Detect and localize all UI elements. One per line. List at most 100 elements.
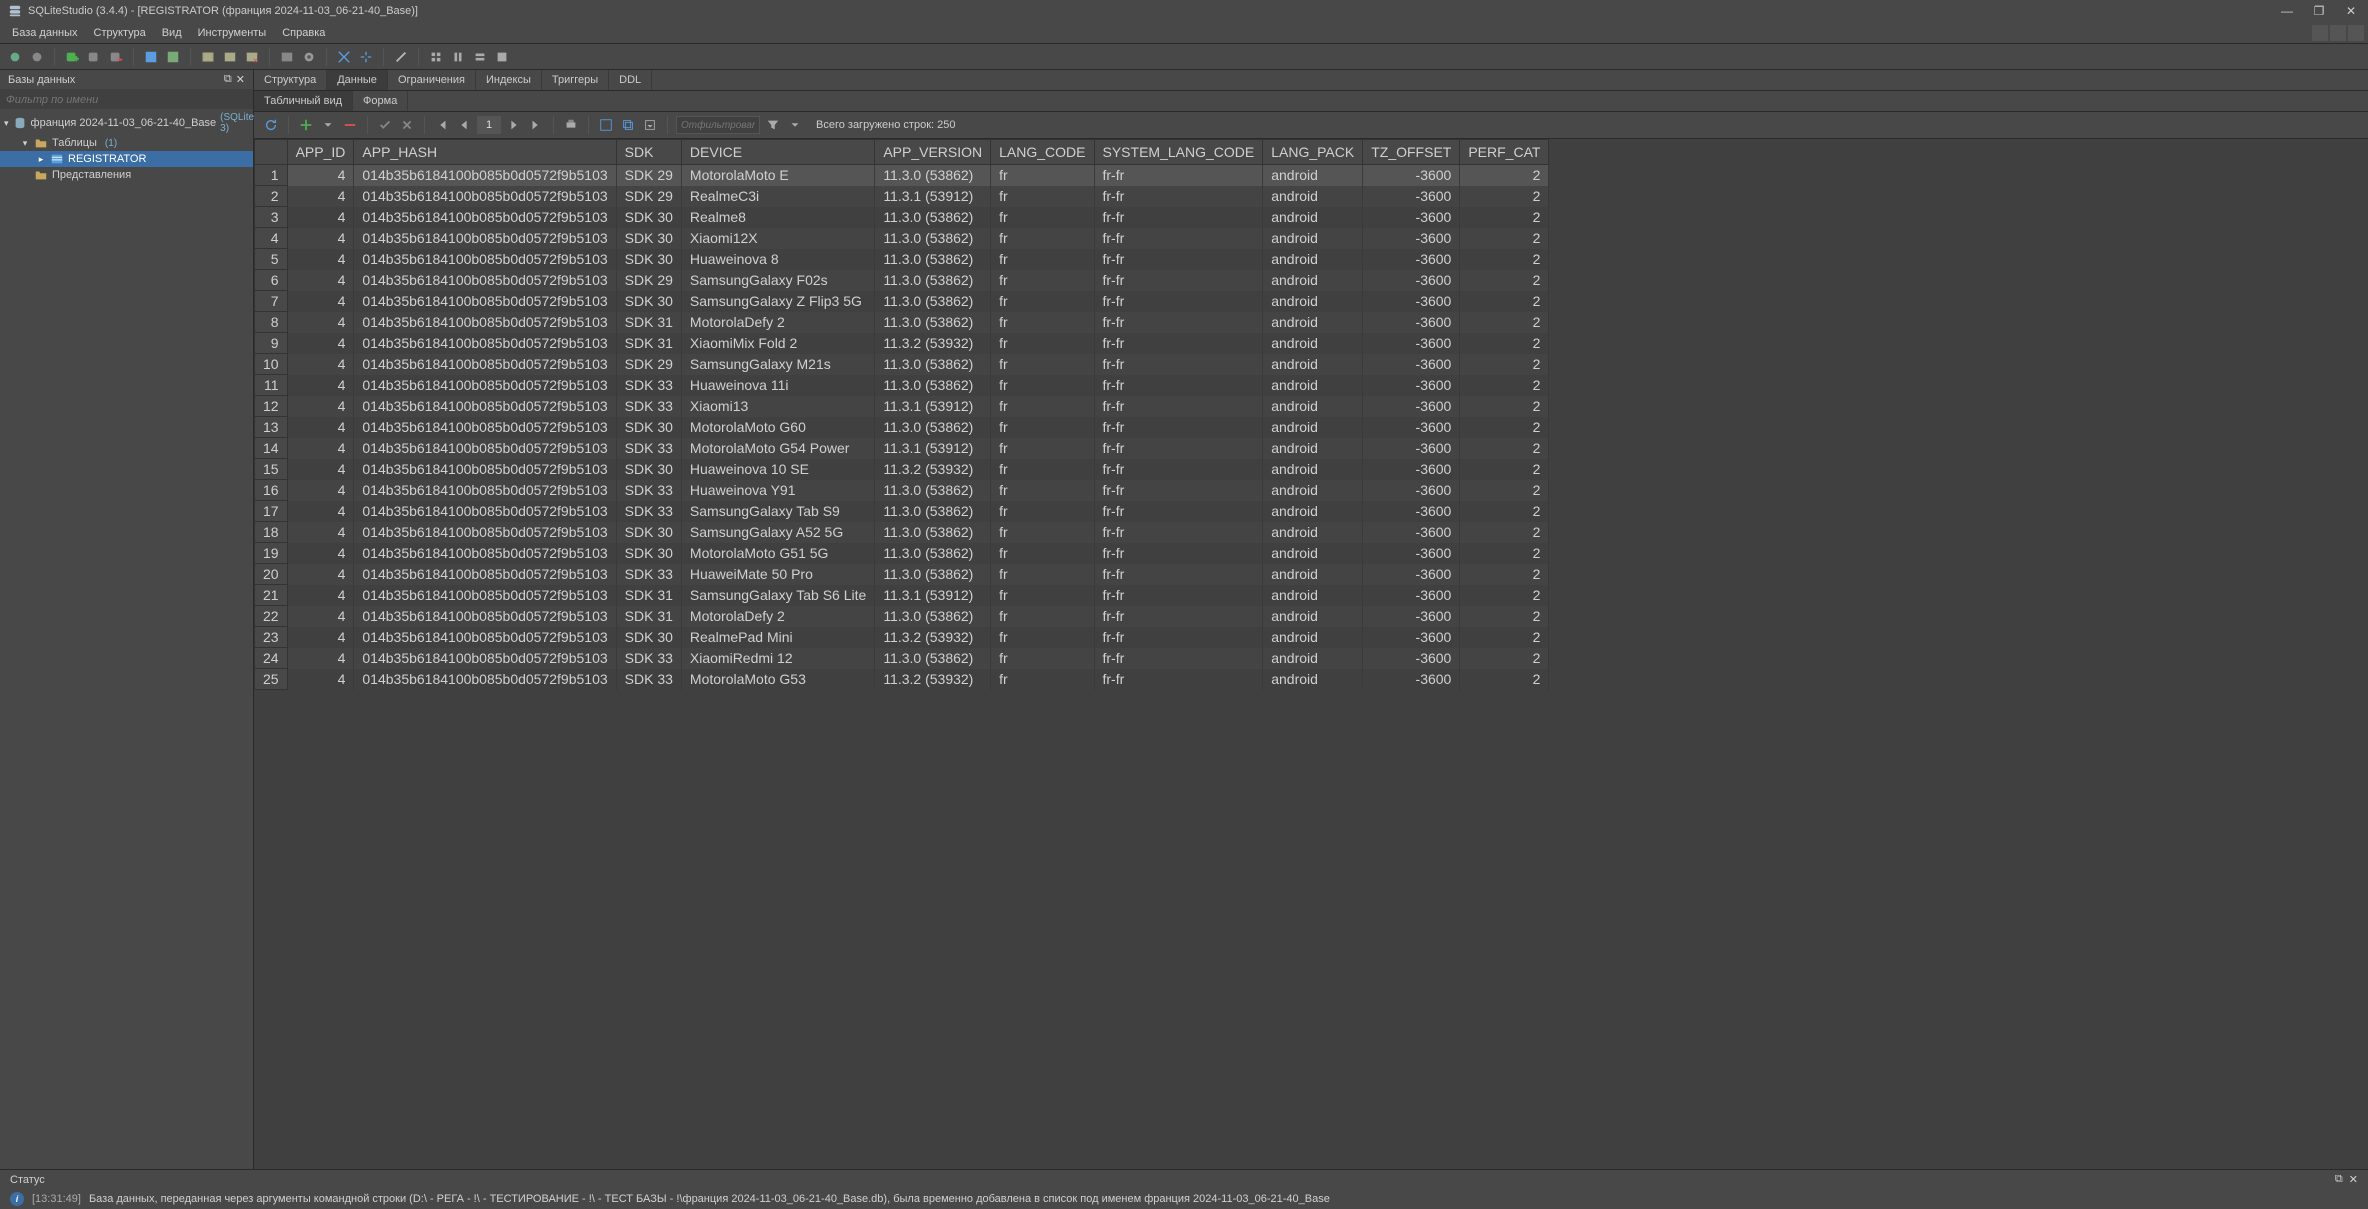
new-view-button[interactable] [278,48,296,66]
data-cell[interactable]: 2 [1460,186,1549,207]
row-number-cell[interactable]: 25 [255,669,288,690]
data-cell[interactable]: 2 [1460,207,1549,228]
row-number-cell[interactable]: 6 [255,270,288,291]
disconnect-db-button[interactable] [28,48,46,66]
db-tree-root[interactable]: ▾ франция 2024-11-03_06-21-40_Base (SQLi… [0,111,253,135]
data-cell[interactable]: 4 [287,501,354,522]
db-filter-input[interactable] [6,94,247,106]
data-cell[interactable]: android [1263,333,1363,354]
column-header[interactable]: SDK [616,140,681,165]
data-cell[interactable]: -3600 [1363,417,1460,438]
data-cell[interactable]: 014b35b6184100b085b0d0572f9b5103 [354,564,616,585]
column-header[interactable]: TZ_OFFSET [1363,140,1460,165]
data-cell[interactable]: fr [991,186,1094,207]
row-number-cell[interactable]: 19 [255,543,288,564]
data-grid[interactable]: APP_IDAPP_HASHSDKDEVICEAPP_VERSIONLANG_C… [254,139,2368,1169]
data-cell[interactable]: fr [991,270,1094,291]
data-cell[interactable]: 2 [1460,165,1549,186]
data-cell[interactable]: fr-fr [1094,333,1263,354]
minimize-button[interactable]: — [2278,4,2296,18]
data-cell[interactable]: -3600 [1363,648,1460,669]
data-cell[interactable]: SDK 33 [616,438,681,459]
data-cell[interactable]: fr [991,249,1094,270]
commit-button[interactable] [376,116,394,134]
data-cell[interactable]: 11.3.0 (53862) [875,501,991,522]
data-cell[interactable]: 014b35b6184100b085b0d0572f9b5103 [354,522,616,543]
data-cell[interactable]: 4 [287,186,354,207]
data-cell[interactable]: -3600 [1363,438,1460,459]
data-cell[interactable]: 11.3.2 (53932) [875,333,991,354]
data-cell[interactable]: 2 [1460,648,1549,669]
data-cell[interactable]: 2 [1460,333,1549,354]
data-cell[interactable]: 11.3.2 (53932) [875,669,991,690]
data-cell[interactable]: fr-fr [1094,438,1263,459]
data-cell[interactable]: fr [991,312,1094,333]
data-cell[interactable]: fr [991,459,1094,480]
data-cell[interactable]: android [1263,606,1363,627]
tb-btn-1[interactable] [427,48,445,66]
data-cell[interactable]: 4 [287,438,354,459]
data-cell[interactable]: android [1263,585,1363,606]
data-cell[interactable]: -3600 [1363,585,1460,606]
filter-text-input[interactable] [676,116,760,134]
data-cell[interactable]: 4 [287,291,354,312]
tb-btn-3[interactable] [471,48,489,66]
data-cell[interactable]: Huaweinova 8 [681,249,874,270]
data-cell[interactable]: 11.3.1 (53912) [875,396,991,417]
data-cell[interactable]: SDK 30 [616,291,681,312]
table-row[interactable]: 104014b35b6184100b085b0d0572f9b5103SDK 2… [255,354,1549,375]
data-cell[interactable]: 4 [287,417,354,438]
data-cell[interactable]: fr-fr [1094,648,1263,669]
data-cell[interactable]: SDK 30 [616,207,681,228]
data-cell[interactable]: fr [991,543,1094,564]
expand-columns-button[interactable] [357,48,375,66]
data-cell[interactable]: fr [991,627,1094,648]
data-cell[interactable]: 014b35b6184100b085b0d0572f9b5103 [354,291,616,312]
data-cell[interactable]: fr-fr [1094,501,1263,522]
data-cell[interactable]: 014b35b6184100b085b0d0572f9b5103 [354,648,616,669]
data-cell[interactable]: SDK 31 [616,312,681,333]
data-cell[interactable]: android [1263,648,1363,669]
status-close-icon[interactable]: ✕ [2349,1173,2358,1186]
data-cell[interactable]: 4 [287,606,354,627]
data-cell[interactable]: fr [991,648,1094,669]
data-cell[interactable]: fr [991,669,1094,690]
data-cell[interactable]: 11.3.2 (53932) [875,459,991,480]
data-cell[interactable]: -3600 [1363,186,1460,207]
data-cell[interactable]: SDK 29 [616,165,681,186]
row-number-cell[interactable]: 1 [255,165,288,186]
data-cell[interactable]: 014b35b6184100b085b0d0572f9b5103 [354,249,616,270]
table-row[interactable]: 154014b35b6184100b085b0d0572f9b5103SDK 3… [255,459,1549,480]
data-cell[interactable]: Xiaomi13 [681,396,874,417]
table-row[interactable]: 244014b35b6184100b085b0d0572f9b5103SDK 3… [255,648,1549,669]
data-cell[interactable]: SDK 33 [616,648,681,669]
data-cell[interactable]: android [1263,396,1363,417]
row-number-cell[interactable]: 8 [255,312,288,333]
row-number-cell[interactable]: 7 [255,291,288,312]
data-cell[interactable]: android [1263,564,1363,585]
data-cell[interactable]: -3600 [1363,501,1460,522]
data-cell[interactable]: fr-fr [1094,375,1263,396]
remove-db-button[interactable] [107,48,125,66]
row-number-cell[interactable]: 14 [255,438,288,459]
data-cell[interactable]: 2 [1460,627,1549,648]
data-cell[interactable]: 11.3.0 (53862) [875,543,991,564]
wand-button[interactable] [392,48,410,66]
table-row[interactable]: 224014b35b6184100b085b0d0572f9b5103SDK 3… [255,606,1549,627]
menu-help[interactable]: Справка [274,25,333,41]
data-cell[interactable]: 014b35b6184100b085b0d0572f9b5103 [354,333,616,354]
data-cell[interactable]: android [1263,375,1363,396]
data-cell[interactable]: 11.3.0 (53862) [875,207,991,228]
data-cell[interactable]: SamsungGalaxy Tab S6 Lite [681,585,874,606]
data-cell[interactable]: 4 [287,333,354,354]
data-cell[interactable]: SDK 30 [616,522,681,543]
data-cell[interactable]: fr [991,396,1094,417]
data-cell[interactable]: fr-fr [1094,522,1263,543]
data-cell[interactable]: android [1263,627,1363,648]
data-cell[interactable]: fr-fr [1094,249,1263,270]
add-db-button[interactable] [63,48,81,66]
data-cell[interactable]: 4 [287,459,354,480]
row-number-cell[interactable]: 15 [255,459,288,480]
open-editor-button[interactable] [164,48,182,66]
data-cell[interactable]: 11.3.0 (53862) [875,606,991,627]
